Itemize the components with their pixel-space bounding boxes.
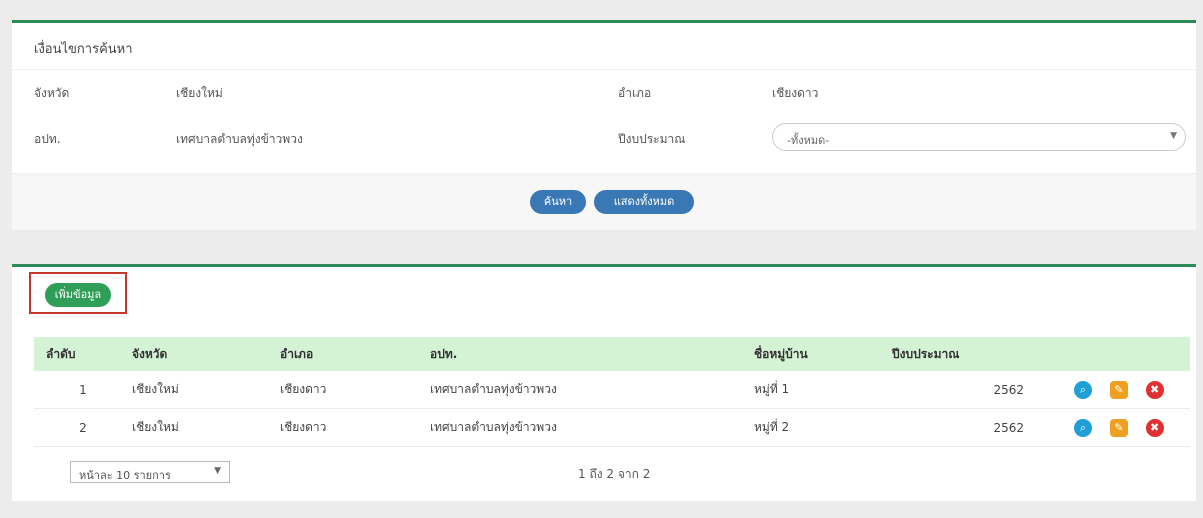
org-label: อปท. — [34, 132, 61, 146]
org-value: เทศบาลตำบลทุ่งข้าวพวง — [176, 132, 303, 146]
row-district: เชียงดาว — [268, 408, 418, 447]
trash-icon[interactable]: ✖ — [1145, 380, 1164, 399]
table-row: 2 เชียงใหม่ เชียงดาว เทศบาลตำบลทุ่งข้าวพ… — [34, 408, 1190, 447]
column-header-actions — [1048, 337, 1190, 371]
row-province: เชียงใหม่ — [120, 371, 268, 409]
data-table: ลำดับ จังหวัด อำเภอ อปท. ชื่อหมู่บ้าน ปี… — [34, 337, 1190, 447]
chevron-down-icon: ▼ — [1170, 131, 1177, 141]
row-org: เทศบาลตำบลทุ่งข้าวพวง — [418, 408, 742, 447]
search-actions: ค้นหา แสดงทั้งหมด — [12, 173, 1196, 230]
row-no: 1 — [34, 371, 120, 409]
chevron-down-icon: ▼ — [214, 466, 221, 476]
year-label: ปีงบประมาณ — [618, 132, 686, 146]
column-header-org[interactable]: อปท. — [418, 337, 742, 371]
per-page-value: หน้าละ 10 รายการ — [79, 469, 171, 482]
edit-icon[interactable]: ✎ — [1109, 418, 1128, 437]
row-village: หมู่ที่ 1 — [742, 371, 880, 409]
add-button-highlight: เพิ่มข้อมูล — [29, 272, 127, 314]
row-actions: ⌕ ✎ ✖ — [1048, 408, 1190, 447]
add-data-button[interactable]: เพิ่มข้อมูล — [45, 283, 111, 307]
column-header-no[interactable]: ลำดับ — [34, 337, 120, 371]
column-header-village[interactable]: ชื่อหมู่บ้าน — [742, 337, 880, 371]
column-header-year[interactable]: ปีงบประมาณ — [880, 337, 1048, 371]
column-header-district[interactable]: อำเภอ — [268, 337, 418, 371]
province-value: เชียงใหม่ — [176, 86, 223, 100]
district-label: อำเภอ — [618, 86, 652, 100]
district-value: เชียงดาว — [772, 86, 819, 100]
table-row: 1 เชียงใหม่ เชียงดาว เทศบาลตำบลทุ่งข้าวพ… — [34, 371, 1190, 409]
search-panel: เงื่อนไขการค้นหา จังหวัด เชียงใหม่ อำเภอ… — [12, 20, 1196, 230]
per-page-select[interactable]: หน้าละ 10 รายการ ▼ — [70, 461, 230, 483]
row-district: เชียงดาว — [268, 371, 418, 409]
year-select[interactable]: -ทั้งหมด- ▼ — [772, 123, 1186, 151]
search-icon[interactable]: ⌕ — [1074, 418, 1092, 437]
pagination-info: 1 ถึง 2 จาก 2 — [578, 467, 651, 481]
year-select-value: -ทั้งหมด- — [787, 134, 830, 147]
row-year: 2562 — [880, 408, 1048, 447]
row-year: 2562 — [880, 371, 1048, 409]
search-panel-heading: เงื่อนไขการค้นหา — [12, 23, 1196, 70]
column-header-province[interactable]: จังหวัด — [120, 337, 268, 371]
row-village: หมู่ที่ 2 — [742, 408, 880, 447]
row-province: เชียงใหม่ — [120, 408, 268, 447]
row-actions: ⌕ ✎ ✖ — [1048, 371, 1190, 409]
table-header-row: ลำดับ จังหวัด อำเภอ อปท. ชื่อหมู่บ้าน ปี… — [34, 337, 1190, 371]
search-icon[interactable]: ⌕ — [1074, 380, 1092, 399]
trash-icon[interactable]: ✖ — [1145, 418, 1164, 437]
edit-icon[interactable]: ✎ — [1109, 380, 1128, 399]
search-panel-title: เงื่อนไขการค้นหา — [34, 42, 133, 57]
province-label: จังหวัด — [34, 86, 70, 100]
search-button[interactable]: ค้นหา — [530, 190, 586, 214]
show-all-button[interactable]: แสดงทั้งหมด — [594, 190, 694, 214]
row-no: 2 — [34, 408, 120, 447]
row-org: เทศบาลตำบลทุ่งข้าวพวง — [418, 371, 742, 409]
list-panel: เพิ่มข้อมูล ลำดับ จังหวัด อำเภอ อปท. ชื่… — [12, 264, 1196, 501]
